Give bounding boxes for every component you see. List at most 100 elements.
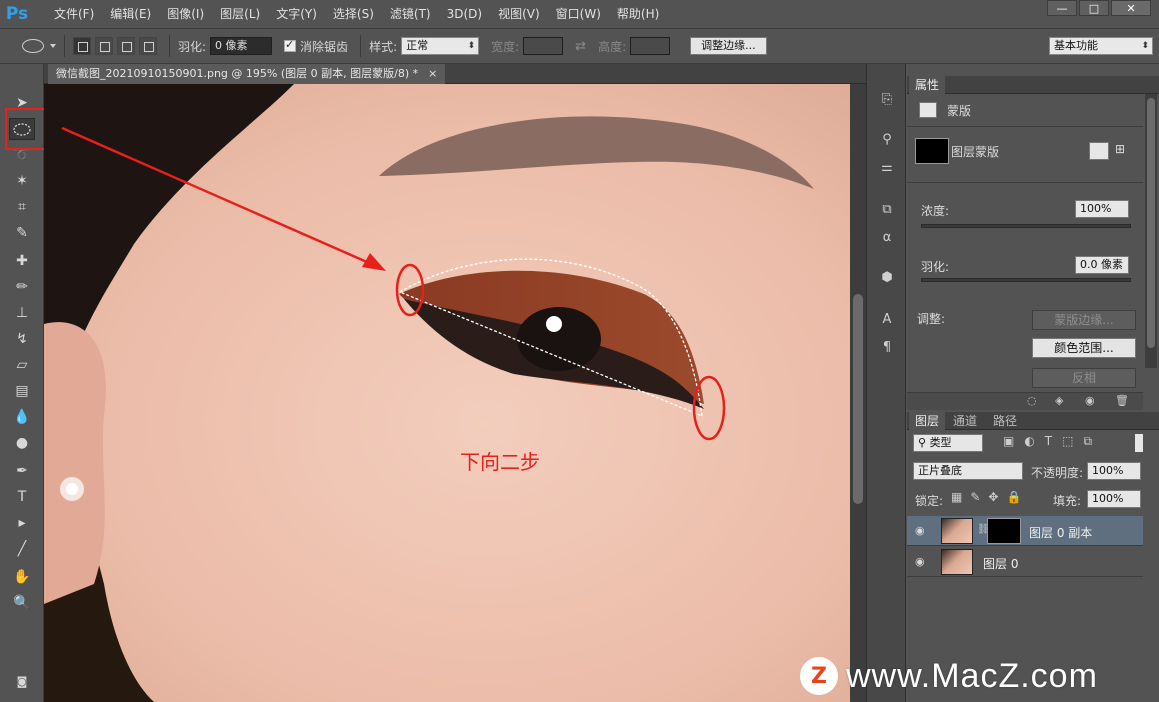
- menu-edit[interactable]: 编辑(E): [102, 0, 159, 28]
- minimize-button[interactable]: —: [1047, 0, 1077, 16]
- layer-mask-thumbnail[interactable]: [915, 138, 949, 164]
- width-input[interactable]: [523, 37, 564, 55]
- history-brush-tool-icon[interactable]: ↯: [9, 328, 35, 350]
- layer-row[interactable]: ◉ 图层 0: [907, 547, 1143, 577]
- elliptical-marquee-icon[interactable]: [22, 39, 44, 53]
- separator: [64, 35, 65, 57]
- eyedropper-tool-icon[interactable]: ✎: [9, 222, 35, 244]
- intersect-selection-button[interactable]: [139, 37, 157, 55]
- tab-close-icon[interactable]: ×: [428, 64, 437, 84]
- paragraph-icon[interactable]: ¶: [878, 338, 896, 356]
- lock-label: 锁定:: [915, 494, 944, 508]
- blur-tool-icon[interactable]: 💧: [9, 406, 35, 428]
- feather-slider[interactable]: [921, 278, 1131, 282]
- fill-label: 填充:: [1053, 494, 1082, 508]
- menu-3d[interactable]: 3D(D): [439, 0, 490, 28]
- crop-tool-icon[interactable]: ⌗: [9, 196, 35, 218]
- tab-paths[interactable]: 路径: [987, 412, 1023, 430]
- healing-brush-tool-icon[interactable]: ✚: [9, 250, 35, 272]
- hand-tool-icon[interactable]: ✋: [9, 566, 35, 588]
- refine-edge-button[interactable]: 调整边缘...: [690, 37, 767, 55]
- tab-channels[interactable]: 通道: [947, 412, 983, 430]
- 3d-icon[interactable]: ⬢: [878, 268, 896, 286]
- brush-presets-icon[interactable]: ⚲: [878, 130, 896, 148]
- tool-preset-chevron-icon[interactable]: [50, 44, 56, 48]
- menu-layer[interactable]: 图层(L): [212, 0, 268, 28]
- window-controls: — □ ✕: [1047, 0, 1151, 16]
- tab-layers[interactable]: 图层: [909, 412, 946, 430]
- document-tab[interactable]: 微信截图_20210910150901.png @ 195% (图层 0 副本,…: [48, 64, 446, 84]
- line-tool-icon[interactable]: ╱: [9, 538, 35, 560]
- visibility-icon[interactable]: ◉: [1085, 394, 1095, 407]
- styles-icon[interactable]: ⍺: [878, 228, 896, 246]
- layer-mask-thumbnail[interactable]: [987, 518, 1021, 544]
- properties-scrollbar[interactable]: [1145, 94, 1157, 368]
- add-selection-button[interactable]: [95, 37, 113, 55]
- menu-help[interactable]: 帮助(H): [609, 0, 667, 28]
- maximize-button[interactable]: □: [1079, 0, 1109, 16]
- mask-type-icon[interactable]: [919, 102, 937, 118]
- magic-wand-tool-icon[interactable]: ✶: [9, 170, 35, 192]
- mask-edge-button[interactable]: 蒙版边缘...: [1032, 310, 1136, 330]
- type-tool-icon[interactable]: T: [9, 486, 35, 508]
- new-selection-button[interactable]: [73, 37, 91, 55]
- menu-type[interactable]: 文字(Y): [268, 0, 325, 28]
- clone-source-icon[interactable]: ⧉: [878, 200, 896, 218]
- opacity-input[interactable]: 100%: [1087, 462, 1141, 480]
- canvas[interactable]: 下向二步: [44, 84, 850, 702]
- gradient-tool-icon[interactable]: ▤: [9, 380, 35, 402]
- height-input[interactable]: [630, 37, 671, 55]
- tab-properties[interactable]: 属性: [909, 76, 946, 94]
- path-selection-tool-icon[interactable]: ▸: [9, 512, 35, 534]
- layer-row[interactable]: ◉ ⛓ 图层 0 副本: [907, 516, 1143, 546]
- menu-view[interactable]: 视图(V): [490, 0, 548, 28]
- swap-icon[interactable]: ⇄: [575, 39, 586, 54]
- menu-filter[interactable]: 滤镜(T): [382, 0, 439, 28]
- fill-input[interactable]: 100%: [1087, 490, 1141, 508]
- workspace-select[interactable]: 基本功能: [1049, 37, 1153, 55]
- apply-mask-icon[interactable]: ◈: [1055, 394, 1063, 407]
- menu-window[interactable]: 窗口(W): [548, 0, 609, 28]
- feather-input[interactable]: 0.0 像素: [1075, 256, 1129, 274]
- layer-thumbnail: [941, 518, 973, 544]
- canvas-scrollbar[interactable]: [850, 84, 866, 702]
- divider: [907, 126, 1143, 127]
- density-input[interactable]: 100%: [1075, 200, 1129, 218]
- antialias-checkbox[interactable]: [284, 38, 297, 52]
- close-button[interactable]: ✕: [1111, 0, 1151, 16]
- eraser-tool-icon[interactable]: ▱: [9, 354, 35, 376]
- trash-icon[interactable]: 🗑: [1115, 394, 1129, 407]
- clone-stamp-tool-icon[interactable]: ⊥: [9, 302, 35, 324]
- layer-name: 图层 0: [983, 557, 1019, 571]
- feather-input[interactable]: 0 像素: [210, 37, 273, 55]
- zoom-tool-icon[interactable]: 🔍: [9, 592, 35, 614]
- filter-toggle[interactable]: [1135, 434, 1143, 452]
- invert-button[interactable]: 反相: [1032, 368, 1136, 388]
- menu-select[interactable]: 选择(S): [325, 0, 382, 28]
- character-icon[interactable]: A: [878, 310, 896, 328]
- blend-mode-select[interactable]: 正片叠底: [913, 462, 1023, 480]
- width-label: 宽度:: [491, 39, 520, 54]
- color-range-button[interactable]: 颜色范围...: [1032, 338, 1136, 358]
- eye-icon[interactable]: ◉: [915, 524, 925, 537]
- pixel-mask-button[interactable]: [1089, 142, 1109, 160]
- subtract-selection-button[interactable]: [117, 37, 135, 55]
- history-icon[interactable]: ⎘: [878, 90, 896, 108]
- dodge-tool-icon[interactable]: ●: [9, 432, 35, 454]
- menu-file[interactable]: 文件(F): [46, 0, 102, 28]
- eye-icon[interactable]: ◉: [915, 555, 925, 568]
- brush-tool-icon[interactable]: ✏: [9, 276, 35, 298]
- pen-tool-icon[interactable]: ✒: [9, 460, 35, 482]
- menu-image[interactable]: 图像(I): [159, 0, 212, 28]
- scrollbar-thumb[interactable]: [853, 294, 863, 504]
- style-select[interactable]: 正常: [401, 37, 480, 55]
- vector-mask-icon[interactable]: ⊞: [1115, 142, 1133, 160]
- lock-icons[interactable]: ▦✎✥🔒: [951, 490, 1029, 504]
- quick-mask-icon[interactable]: ◙: [9, 670, 35, 692]
- load-selection-icon[interactable]: ◌: [1027, 394, 1037, 407]
- layer-filter-select[interactable]: ⚲ 类型: [913, 434, 983, 452]
- scrollbar-thumb[interactable]: [1147, 98, 1155, 348]
- adjustments-icon[interactable]: ⚌: [878, 158, 896, 176]
- layer-filter-icons[interactable]: ▣◐T⬚⧉: [1003, 434, 1102, 449]
- density-slider[interactable]: [921, 224, 1131, 228]
